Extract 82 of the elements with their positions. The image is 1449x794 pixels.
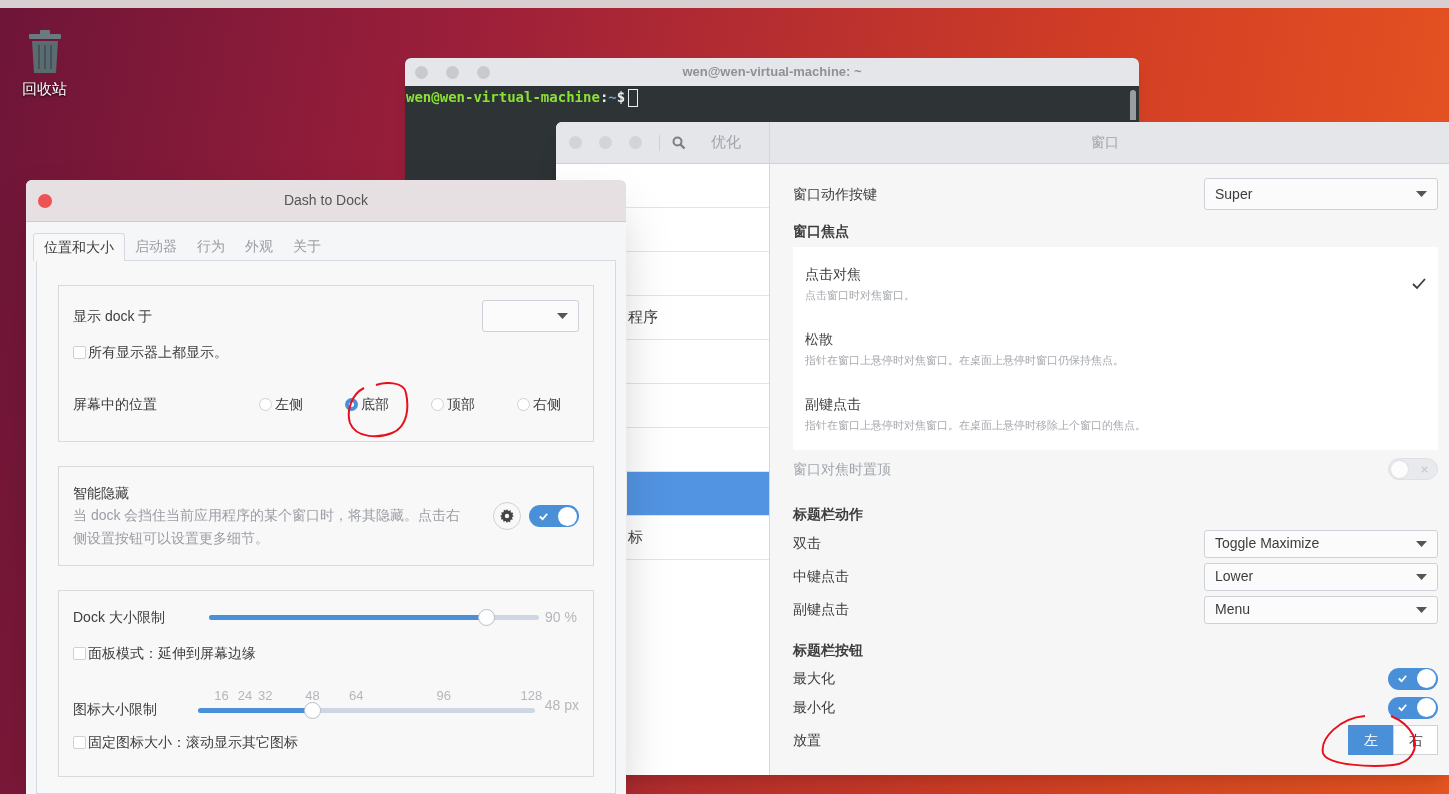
setting-label: 副键点击 bbox=[793, 600, 849, 619]
scrollbar[interactable] bbox=[1130, 90, 1136, 120]
option-description: 指针在窗口上悬停时对焦窗口。在桌面上悬停时移除上个窗口的焦点。 bbox=[805, 417, 1146, 433]
caret-icon bbox=[1416, 191, 1427, 197]
dropdown[interactable]: Super bbox=[1204, 178, 1438, 210]
slider-handle[interactable] bbox=[304, 702, 322, 719]
caret-icon bbox=[1416, 573, 1427, 580]
toggle-switch[interactable] bbox=[1388, 696, 1438, 719]
window-button[interactable] bbox=[446, 65, 459, 79]
search-icon[interactable] bbox=[672, 135, 686, 150]
setting-label: 图标大小限制 bbox=[73, 700, 158, 719]
setting-label: 中键点击 bbox=[793, 567, 849, 586]
setting-description: 当 dock 会挡住当前应用程序的某个窗口时，将其隐藏。点击右侧设置按钮可以设置更多细节。 bbox=[73, 505, 461, 548]
caret-icon bbox=[1416, 606, 1427, 613]
caret-icon bbox=[557, 313, 568, 319]
section-heading: 窗口焦点 bbox=[793, 222, 850, 241]
setting-label: 智能隐藏 bbox=[73, 483, 130, 503]
setting-label: 窗口对焦时置顶 bbox=[793, 459, 891, 479]
tick-label: 32 bbox=[258, 687, 273, 705]
toggle-switch[interactable] bbox=[529, 505, 579, 527]
caret-icon bbox=[1416, 540, 1427, 547]
focus-option[interactable]: 松散 指针在窗口上悬停时对焦窗口。在桌面上悬停时窗口仍保持焦点。 bbox=[793, 316, 1438, 381]
dropdown[interactable]: Toggle Maximize bbox=[1204, 529, 1438, 558]
settings-button[interactable] bbox=[493, 502, 521, 530]
window-title: wen@wen-virtual-machine: ~ bbox=[682, 63, 862, 82]
setting-label: 最小化 bbox=[793, 698, 835, 717]
tick-label: 64 bbox=[349, 687, 364, 705]
radio-option[interactable]: 底部 bbox=[345, 394, 403, 415]
close-icon bbox=[1420, 464, 1429, 474]
annotation-mark bbox=[346, 382, 410, 438]
tick-label: 16 bbox=[214, 687, 229, 705]
trash-icon[interactable] bbox=[26, 30, 63, 74]
check-icon bbox=[1397, 702, 1408, 713]
checkbox[interactable]: 面板模式：延伸到屏幕边缘 bbox=[73, 643, 579, 664]
sidebar-item[interactable]: 标 bbox=[627, 516, 769, 559]
option-description: 点击窗口时对焦窗口。 bbox=[805, 287, 915, 303]
window-button[interactable] bbox=[415, 65, 428, 79]
dropdown[interactable]: Menu bbox=[1204, 595, 1438, 624]
section-heading: 标题栏动作 bbox=[793, 505, 864, 524]
window-button[interactable] bbox=[477, 65, 490, 79]
radio-option[interactable]: 顶部 bbox=[431, 394, 489, 415]
setting-label: 放置 bbox=[793, 730, 821, 750]
tick-label: 24 bbox=[237, 687, 253, 705]
desktop-icon-label[interactable]: 回收站 bbox=[22, 78, 67, 101]
slider-reading: 48 px bbox=[544, 696, 579, 715]
checkbox[interactable]: 固定图标大小：滚动显示其它图标 bbox=[73, 732, 579, 753]
cursor-icon bbox=[628, 88, 639, 107]
check-icon bbox=[1397, 673, 1408, 684]
setting-label: Dock 大小限制 bbox=[73, 607, 166, 627]
page-title: 窗口 bbox=[1090, 133, 1119, 152]
focus-option[interactable]: 点击对焦 点击窗口时对焦窗口。 bbox=[793, 251, 1438, 316]
toggle-switch[interactable] bbox=[1388, 667, 1438, 690]
checkbox[interactable]: 所有显示器上都显示。 bbox=[73, 342, 579, 363]
slider-reading: 90 % bbox=[545, 607, 577, 627]
radio-option[interactable]: 右侧 bbox=[517, 394, 575, 415]
setting-label: 窗口动作按键 bbox=[793, 184, 877, 204]
option-title: 副键点击 bbox=[805, 394, 862, 414]
tick-label: 96 bbox=[436, 687, 452, 705]
sidebar-item[interactable] bbox=[627, 472, 769, 515]
focus-option[interactable]: 副键点击 指针在窗口上悬停时对焦窗口。在桌面上悬停时移除上个窗口的焦点。 bbox=[793, 381, 1438, 446]
dropdown[interactable]: Lower bbox=[1204, 562, 1438, 591]
settings-icon bbox=[500, 509, 514, 523]
setting-label: 屏幕中的位置 bbox=[73, 395, 158, 414]
slider-handle[interactable] bbox=[478, 608, 496, 626]
option-title: 松散 bbox=[805, 329, 834, 349]
tab[interactable]: 位置和大小 bbox=[33, 233, 125, 261]
option-description: 指针在窗口上悬停时对焦窗口。在桌面上悬停时窗口仍保持焦点。 bbox=[805, 352, 1124, 368]
setting-label: 最大化 bbox=[793, 669, 835, 688]
section-heading: 标题栏按钮 bbox=[793, 641, 864, 660]
sidebar-item[interactable]: 程序 bbox=[627, 296, 769, 339]
setting-label: 显示 dock 于 bbox=[73, 306, 153, 326]
radio-option[interactable]: 左侧 bbox=[259, 394, 317, 415]
check-icon bbox=[538, 510, 549, 522]
window-title: Dash to Dock bbox=[283, 191, 368, 210]
setting-label: 双击 bbox=[793, 534, 821, 553]
close-button[interactable] bbox=[38, 193, 52, 208]
tick-label: 128 bbox=[520, 687, 543, 705]
option-title: 点击对焦 bbox=[805, 264, 862, 284]
terminal-prompt: wen@wen-virtual-machine:~$ bbox=[406, 88, 626, 107]
tick-label: 48 bbox=[305, 687, 320, 705]
window-title: 优化 bbox=[711, 132, 741, 153]
dropdown[interactable] bbox=[482, 300, 579, 332]
